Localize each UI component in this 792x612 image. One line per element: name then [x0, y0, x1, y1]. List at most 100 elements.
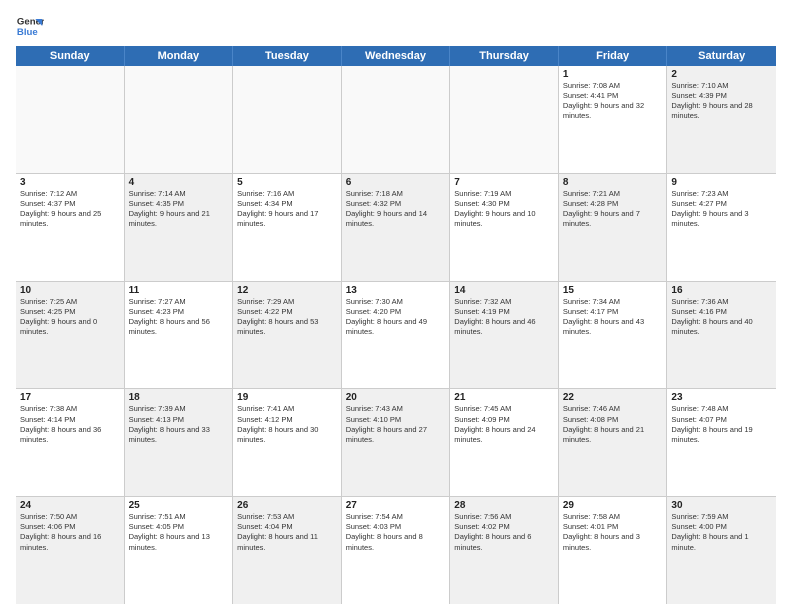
day-cell-30: 30Sunrise: 7:59 AM Sunset: 4:00 PM Dayli… [667, 497, 776, 604]
day-number: 2 [671, 69, 772, 80]
calendar-header: SundayMondayTuesdayWednesdayThursdayFrid… [16, 46, 776, 66]
day-cell-18: 18Sunrise: 7:39 AM Sunset: 4:13 PM Dayli… [125, 389, 234, 496]
day-cell-19: 19Sunrise: 7:41 AM Sunset: 4:12 PM Dayli… [233, 389, 342, 496]
day-cell-25: 25Sunrise: 7:51 AM Sunset: 4:05 PM Dayli… [125, 497, 234, 604]
day-info: Sunrise: 7:29 AM Sunset: 4:22 PM Dayligh… [237, 297, 337, 338]
day-number: 1 [563, 69, 663, 80]
day-info: Sunrise: 7:38 AM Sunset: 4:14 PM Dayligh… [20, 404, 120, 445]
day-number: 8 [563, 177, 663, 188]
day-cell-14: 14Sunrise: 7:32 AM Sunset: 4:19 PM Dayli… [450, 282, 559, 389]
day-info: Sunrise: 7:32 AM Sunset: 4:19 PM Dayligh… [454, 297, 554, 338]
day-number: 28 [454, 500, 554, 511]
day-cell-3: 3Sunrise: 7:12 AM Sunset: 4:37 PM Daylig… [16, 174, 125, 281]
day-info: Sunrise: 7:43 AM Sunset: 4:10 PM Dayligh… [346, 404, 446, 445]
day-info: Sunrise: 7:16 AM Sunset: 4:34 PM Dayligh… [237, 189, 337, 230]
day-number: 9 [671, 177, 772, 188]
header-day-monday: Monday [125, 46, 234, 66]
day-cell-4: 4Sunrise: 7:14 AM Sunset: 4:35 PM Daylig… [125, 174, 234, 281]
logo: General Blue [16, 12, 44, 40]
day-cell-6: 6Sunrise: 7:18 AM Sunset: 4:32 PM Daylig… [342, 174, 451, 281]
calendar-week-4: 17Sunrise: 7:38 AM Sunset: 4:14 PM Dayli… [16, 389, 776, 497]
header: General Blue [16, 12, 776, 40]
calendar-week-3: 10Sunrise: 7:25 AM Sunset: 4:25 PM Dayli… [16, 282, 776, 390]
calendar-week-1: 1Sunrise: 7:08 AM Sunset: 4:41 PM Daylig… [16, 66, 776, 174]
day-number: 3 [20, 177, 120, 188]
day-number: 29 [563, 500, 663, 511]
day-number: 10 [20, 285, 120, 296]
empty-cell [233, 66, 342, 173]
empty-cell [450, 66, 559, 173]
day-cell-16: 16Sunrise: 7:36 AM Sunset: 4:16 PM Dayli… [667, 282, 776, 389]
day-info: Sunrise: 7:10 AM Sunset: 4:39 PM Dayligh… [671, 81, 772, 122]
day-number: 18 [129, 392, 229, 403]
day-number: 12 [237, 285, 337, 296]
day-cell-15: 15Sunrise: 7:34 AM Sunset: 4:17 PM Dayli… [559, 282, 668, 389]
day-cell-13: 13Sunrise: 7:30 AM Sunset: 4:20 PM Dayli… [342, 282, 451, 389]
day-number: 14 [454, 285, 554, 296]
calendar-week-2: 3Sunrise: 7:12 AM Sunset: 4:37 PM Daylig… [16, 174, 776, 282]
day-info: Sunrise: 7:21 AM Sunset: 4:28 PM Dayligh… [563, 189, 663, 230]
header-day-friday: Friday [559, 46, 668, 66]
day-number: 25 [129, 500, 229, 511]
day-number: 15 [563, 285, 663, 296]
day-number: 30 [671, 500, 772, 511]
header-day-thursday: Thursday [450, 46, 559, 66]
day-info: Sunrise: 7:25 AM Sunset: 4:25 PM Dayligh… [20, 297, 120, 338]
day-info: Sunrise: 7:48 AM Sunset: 4:07 PM Dayligh… [671, 404, 772, 445]
day-info: Sunrise: 7:12 AM Sunset: 4:37 PM Dayligh… [20, 189, 120, 230]
day-info: Sunrise: 7:19 AM Sunset: 4:30 PM Dayligh… [454, 189, 554, 230]
day-number: 6 [346, 177, 446, 188]
empty-cell [125, 66, 234, 173]
header-day-saturday: Saturday [667, 46, 776, 66]
day-number: 11 [129, 285, 229, 296]
day-cell-5: 5Sunrise: 7:16 AM Sunset: 4:34 PM Daylig… [233, 174, 342, 281]
day-cell-17: 17Sunrise: 7:38 AM Sunset: 4:14 PM Dayli… [16, 389, 125, 496]
day-number: 26 [237, 500, 337, 511]
day-info: Sunrise: 7:34 AM Sunset: 4:17 PM Dayligh… [563, 297, 663, 338]
day-cell-22: 22Sunrise: 7:46 AM Sunset: 4:08 PM Dayli… [559, 389, 668, 496]
calendar-body: 1Sunrise: 7:08 AM Sunset: 4:41 PM Daylig… [16, 66, 776, 604]
day-cell-24: 24Sunrise: 7:50 AM Sunset: 4:06 PM Dayli… [16, 497, 125, 604]
day-cell-29: 29Sunrise: 7:58 AM Sunset: 4:01 PM Dayli… [559, 497, 668, 604]
calendar-week-5: 24Sunrise: 7:50 AM Sunset: 4:06 PM Dayli… [16, 497, 776, 604]
day-info: Sunrise: 7:08 AM Sunset: 4:41 PM Dayligh… [563, 81, 663, 122]
page: General Blue SundayMondayTuesdayWednesda… [0, 0, 792, 612]
day-number: 23 [671, 392, 772, 403]
day-cell-2: 2Sunrise: 7:10 AM Sunset: 4:39 PM Daylig… [667, 66, 776, 173]
day-number: 24 [20, 500, 120, 511]
day-cell-7: 7Sunrise: 7:19 AM Sunset: 4:30 PM Daylig… [450, 174, 559, 281]
day-info: Sunrise: 7:58 AM Sunset: 4:01 PM Dayligh… [563, 512, 663, 553]
day-cell-23: 23Sunrise: 7:48 AM Sunset: 4:07 PM Dayli… [667, 389, 776, 496]
day-number: 7 [454, 177, 554, 188]
day-info: Sunrise: 7:45 AM Sunset: 4:09 PM Dayligh… [454, 404, 554, 445]
day-info: Sunrise: 7:23 AM Sunset: 4:27 PM Dayligh… [671, 189, 772, 230]
day-info: Sunrise: 7:27 AM Sunset: 4:23 PM Dayligh… [129, 297, 229, 338]
svg-text:Blue: Blue [17, 27, 38, 38]
day-info: Sunrise: 7:51 AM Sunset: 4:05 PM Dayligh… [129, 512, 229, 553]
logo-icon: General Blue [16, 12, 44, 40]
day-cell-1: 1Sunrise: 7:08 AM Sunset: 4:41 PM Daylig… [559, 66, 668, 173]
empty-cell [16, 66, 125, 173]
day-info: Sunrise: 7:50 AM Sunset: 4:06 PM Dayligh… [20, 512, 120, 553]
day-info: Sunrise: 7:18 AM Sunset: 4:32 PM Dayligh… [346, 189, 446, 230]
header-day-wednesday: Wednesday [342, 46, 451, 66]
day-info: Sunrise: 7:59 AM Sunset: 4:00 PM Dayligh… [671, 512, 772, 553]
day-number: 4 [129, 177, 229, 188]
day-cell-28: 28Sunrise: 7:56 AM Sunset: 4:02 PM Dayli… [450, 497, 559, 604]
day-number: 5 [237, 177, 337, 188]
day-number: 13 [346, 285, 446, 296]
day-cell-8: 8Sunrise: 7:21 AM Sunset: 4:28 PM Daylig… [559, 174, 668, 281]
day-info: Sunrise: 7:41 AM Sunset: 4:12 PM Dayligh… [237, 404, 337, 445]
day-cell-11: 11Sunrise: 7:27 AM Sunset: 4:23 PM Dayli… [125, 282, 234, 389]
day-info: Sunrise: 7:39 AM Sunset: 4:13 PM Dayligh… [129, 404, 229, 445]
day-number: 27 [346, 500, 446, 511]
day-cell-21: 21Sunrise: 7:45 AM Sunset: 4:09 PM Dayli… [450, 389, 559, 496]
day-cell-27: 27Sunrise: 7:54 AM Sunset: 4:03 PM Dayli… [342, 497, 451, 604]
empty-cell [342, 66, 451, 173]
day-cell-26: 26Sunrise: 7:53 AM Sunset: 4:04 PM Dayli… [233, 497, 342, 604]
day-info: Sunrise: 7:14 AM Sunset: 4:35 PM Dayligh… [129, 189, 229, 230]
day-cell-20: 20Sunrise: 7:43 AM Sunset: 4:10 PM Dayli… [342, 389, 451, 496]
day-cell-12: 12Sunrise: 7:29 AM Sunset: 4:22 PM Dayli… [233, 282, 342, 389]
day-number: 22 [563, 392, 663, 403]
day-info: Sunrise: 7:46 AM Sunset: 4:08 PM Dayligh… [563, 404, 663, 445]
